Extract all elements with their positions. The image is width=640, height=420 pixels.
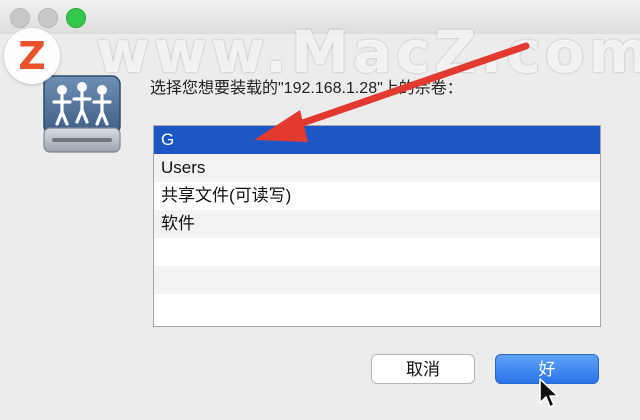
- volume-list[interactable]: G Users 共享文件(可读写) 软件: [153, 125, 601, 327]
- volume-prompt-text: 选择您想要装载的"192.168.1.28"上的宗卷：: [150, 80, 463, 96]
- network-share-icon: [43, 75, 121, 153]
- empty-list-row: [154, 266, 600, 294]
- close-window-button[interactable]: [10, 8, 30, 28]
- empty-list-row: [154, 294, 600, 322]
- volume-list-item[interactable]: Users: [154, 154, 600, 182]
- cancel-button[interactable]: 取消: [371, 354, 475, 384]
- ok-button[interactable]: 好: [495, 354, 599, 384]
- volume-list-item[interactable]: 共享文件(可读写): [154, 182, 600, 210]
- volume-list-item[interactable]: G: [154, 126, 600, 154]
- connect-server-dialog: 选择您想要装载的"192.168.1.28"上的宗卷： G Users 共享文件(可…: [0, 0, 640, 420]
- volume-list-item[interactable]: 软件: [154, 210, 600, 238]
- title-bar: [0, 0, 640, 34]
- empty-list-row: [154, 238, 600, 266]
- minimize-window-button[interactable]: [38, 8, 58, 28]
- zoom-window-button[interactable]: [66, 8, 86, 28]
